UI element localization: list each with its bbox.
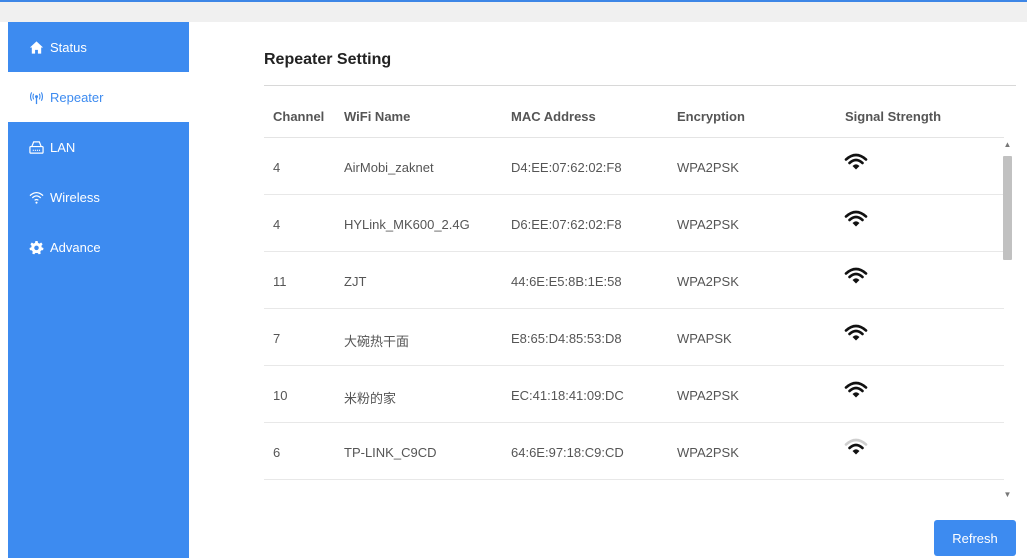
encryption-cell: WPA2PSK: [677, 160, 739, 175]
wifi-signal-icon: [844, 381, 868, 398]
encryption-cell: WPA2PSK: [677, 388, 739, 403]
wifi-name-cell: ZJT: [344, 274, 367, 289]
page-title: Repeater Setting: [264, 51, 392, 68]
mac-address-cell: 64:6E:97:18:C9:CD: [511, 445, 624, 460]
router-icon: [28, 139, 44, 155]
scroll-down-arrow-icon[interactable]: ▼: [1000, 488, 1015, 502]
home-icon: [28, 39, 44, 55]
wifi-name-cell: 大碗热干面: [344, 334, 410, 349]
sidebar-item-wireless[interactable]: Wireless: [8, 172, 189, 222]
sidebar-item-label: Advance: [50, 239, 101, 255]
table-header: Channel WiFi Name MAC Address Encryption…: [264, 101, 1004, 138]
channel-cell: 7: [273, 331, 281, 346]
encryption-cell: WPA2PSK: [677, 445, 739, 460]
wifi-name-cell: 米粉的家: [344, 391, 397, 406]
column-header-mac-address: MAC Address: [511, 109, 596, 124]
sidebar: Status Repeater LAN Wireless Advance: [8, 22, 189, 558]
sidebar-item-label: Repeater: [50, 89, 104, 105]
sidebar-item-advance[interactable]: Advance: [8, 222, 189, 272]
wifi-signal-icon: [844, 438, 868, 455]
encryption-cell: WPA2PSK: [677, 274, 739, 289]
sidebar-item-label: Wireless: [50, 189, 100, 205]
table-row[interactable]: 4 HYLink_MK600_2.4G D6:EE:07:62:02:F8 WP…: [264, 195, 1004, 252]
table-row[interactable]: [264, 480, 1004, 500]
column-header-wifi-name: WiFi Name: [344, 109, 411, 124]
column-header-signal-strength: Signal Strength: [845, 109, 942, 124]
sidebar-item-repeater[interactable]: Repeater: [8, 72, 189, 122]
mac-address-cell: D6:EE:07:62:02:F8: [511, 217, 622, 232]
gear-icon: [28, 239, 44, 255]
main-content: Repeater Setting Channel WiFi Name MAC A…: [190, 22, 1027, 558]
mac-address-cell: E8:65:D4:85:53:D8: [511, 331, 622, 346]
wifi-name-cell: TP-LINK_C9CD: [344, 445, 437, 460]
wifi-signal-icon: [844, 267, 868, 284]
channel-cell: 4: [273, 160, 281, 175]
table-row[interactable]: 7 大碗热干面 E8:65:D4:85:53:D8 WPAPSK: [264, 309, 1004, 366]
sidebar-item-lan[interactable]: LAN: [8, 122, 189, 172]
channel-cell: 4: [273, 217, 281, 232]
sidebar-item-status[interactable]: Status: [8, 22, 189, 72]
refresh-button[interactable]: Refresh: [934, 520, 1016, 556]
scroll-thumb[interactable]: [1003, 156, 1012, 260]
wifi-name-cell: HYLink_MK600_2.4G: [344, 217, 470, 232]
mac-address-cell: EC:41:18:41:09:DC: [511, 388, 624, 403]
column-header-channel: Channel: [273, 109, 325, 124]
scroll-up-arrow-icon[interactable]: ▲: [1000, 138, 1015, 152]
encryption-cell: WPAPSK: [677, 331, 732, 346]
list-scrollbar[interactable]: ▲ ▼: [1000, 138, 1015, 502]
channel-cell: 6: [273, 445, 281, 460]
sidebar-item-label: Status: [50, 39, 87, 55]
channel-cell: 10: [273, 388, 288, 403]
network-list: 4 AirMobi_zaknet D4:EE:07:62:02:F8 WPA2P…: [264, 138, 1004, 502]
wifi-signal-icon: [844, 153, 868, 170]
wifi-signal-icon: [844, 324, 868, 341]
table-row[interactable]: 4 AirMobi_zaknet D4:EE:07:62:02:F8 WPA2P…: [264, 138, 1004, 195]
divider: [264, 85, 1016, 86]
channel-cell: 11: [273, 274, 287, 289]
mac-address-cell: D4:EE:07:62:02:F8: [511, 160, 622, 175]
table-row[interactable]: 6 TP-LINK_C9CD 64:6E:97:18:C9:CD WPA2PSK: [264, 423, 1004, 480]
wifi-signal-icon: [844, 210, 868, 227]
wifi-icon: [28, 189, 44, 205]
sidebar-item-label: LAN: [50, 139, 76, 155]
antenna-icon: [28, 89, 44, 105]
column-header-encryption: Encryption: [677, 109, 745, 124]
wifi-name-cell: AirMobi_zaknet: [344, 160, 434, 175]
encryption-cell: WPA2PSK: [677, 217, 739, 232]
top-bar: [0, 0, 1027, 22]
table-row[interactable]: 10 米粉的家 EC:41:18:41:09:DC WPA2PSK: [264, 366, 1004, 423]
mac-address-cell: 44:6E:E5:8B:1E:58: [511, 274, 622, 289]
table-row[interactable]: 11 ZJT 44:6E:E5:8B:1E:58 WPA2PSK: [264, 252, 1004, 309]
